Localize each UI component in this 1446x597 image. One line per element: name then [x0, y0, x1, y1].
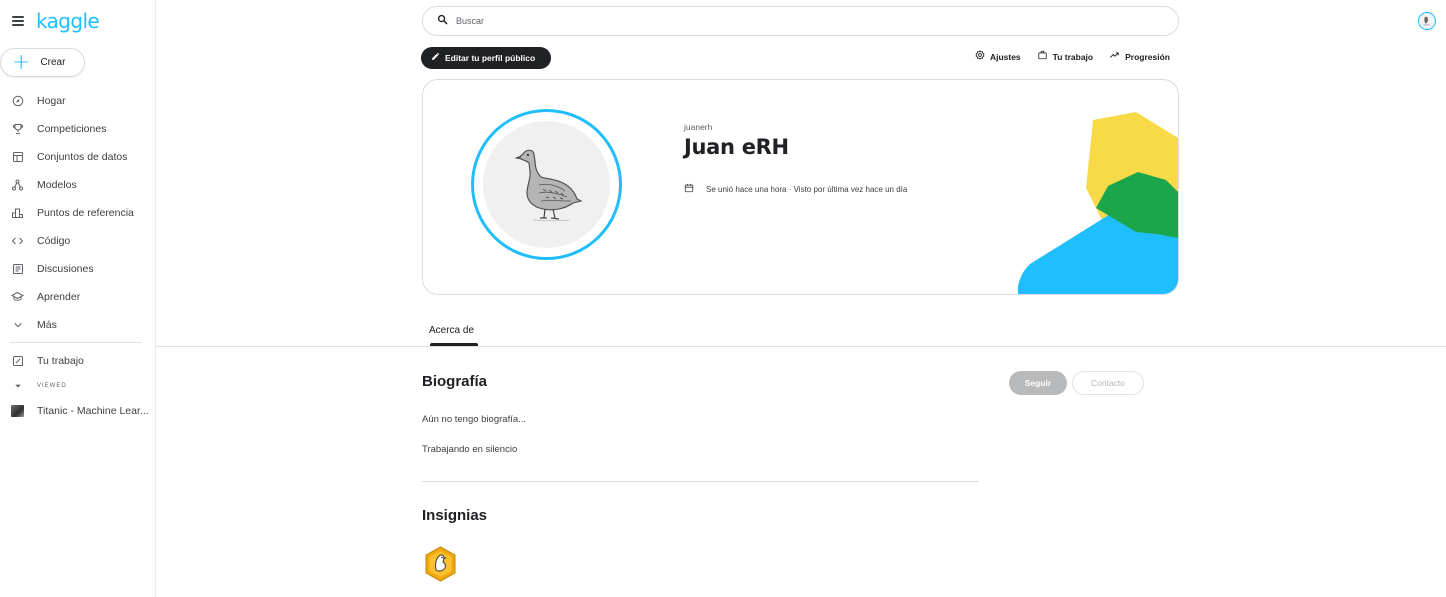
sidebar-nav: Hogar Competiciones Conjuntos de datos M…: [0, 87, 156, 339]
sidebar-item-label: Más: [37, 319, 57, 331]
sidebar-item-label: Competiciones: [37, 123, 107, 135]
progression-link[interactable]: Progresión: [1109, 50, 1170, 63]
sidebar-header: kaggle: [12, 11, 100, 31]
sidebar-item-label: Conjuntos de datos: [37, 151, 128, 163]
calendar-icon: [684, 183, 694, 196]
dataset-thumbnail: [10, 404, 25, 419]
status-text: Trabajando en silencio: [422, 444, 518, 455]
sidebar-item-label: Tu trabajo: [37, 355, 84, 367]
profile-avatar[interactable]: [483, 121, 610, 248]
create-label: Crear: [40, 57, 66, 68]
your-work-icon: [10, 354, 25, 369]
sidebar-divider: [10, 342, 142, 343]
sidebar-item-label: Puntos de referencia: [37, 207, 134, 219]
sidebar-item-more[interactable]: Más: [0, 311, 156, 339]
edit-profile-button[interactable]: Editar tu perfil público: [421, 47, 551, 69]
code-icon: [10, 234, 25, 249]
sidebar-item-home[interactable]: Hogar: [0, 87, 156, 115]
recent-item-label: Titanic - Machine Lear...: [37, 405, 149, 417]
sidebar-item-label: Discusiones: [37, 263, 94, 275]
gear-icon: [975, 50, 985, 63]
sidebar-item-learn[interactable]: Aprender: [0, 283, 156, 311]
recent-item[interactable]: Titanic - Machine Lear...: [0, 397, 156, 425]
profile-links: Ajustes Tu trabajo Progresión: [959, 50, 1170, 63]
goose-illustration: [514, 149, 583, 222]
sidebar-item-datasets[interactable]: Conjuntos de datos: [0, 143, 156, 171]
trophy-icon: [10, 122, 25, 137]
search-icon: [437, 14, 448, 28]
sidebar-secondary: Tu trabajo VIEWED Titanic - Machine Lear…: [0, 347, 156, 425]
goose-badge-icon: [425, 546, 456, 582]
search-input[interactable]: [456, 16, 1056, 26]
comment-icon: [10, 262, 25, 277]
profile-activity: Se unió hace una hora · Visto por última…: [684, 183, 907, 196]
badges-heading: Insignias: [422, 507, 488, 524]
search-bar[interactable]: [422, 6, 1179, 36]
about-divider: [422, 481, 979, 482]
sidebar-item-benchmarks[interactable]: Puntos de referencia: [0, 199, 156, 227]
tab-about[interactable]: Acerca de: [429, 325, 474, 336]
contact-button[interactable]: Contacto: [1072, 371, 1144, 395]
follow-button[interactable]: Seguir: [1009, 371, 1067, 395]
profile-joined-text: Se unió hace una hora · Visto por última…: [706, 185, 908, 194]
pencil-icon: [431, 52, 440, 64]
sidebar-item-your-work[interactable]: Tu trabajo: [0, 347, 156, 375]
badge[interactable]: [424, 546, 457, 582]
compass-icon: [10, 94, 25, 109]
hamburger-menu-icon[interactable]: [12, 16, 24, 26]
your-work-link[interactable]: Tu trabajo: [1037, 50, 1093, 63]
plus-icon: +: [12, 49, 31, 75]
user-avatar[interactable]: [1418, 12, 1436, 30]
school-icon: [10, 290, 25, 305]
viewed-section-toggle[interactable]: VIEWED: [0, 375, 156, 397]
create-button[interactable]: + Crear: [0, 48, 85, 77]
sidebar-item-label: Hogar: [37, 95, 66, 107]
sidebar-item-models[interactable]: Modelos: [0, 171, 156, 199]
profile-decoration: [1018, 112, 1178, 294]
benchmark-icon: [10, 206, 25, 221]
kaggle-logo[interactable]: kaggle: [36, 11, 100, 31]
bio-text: Aún no tengo biografía...: [422, 414, 527, 425]
sidebar: kaggle + Crear Hogar Competiciones Conju…: [0, 0, 156, 597]
edit-profile-label: Editar tu perfil público: [445, 53, 536, 63]
profile-card: juanerh Juan eRH Se unió hace una hora ·…: [422, 79, 1179, 295]
trending-up-icon: [1109, 50, 1120, 63]
sidebar-item-code[interactable]: Código: [0, 227, 156, 255]
your-work-label: Tu trabajo: [1052, 51, 1094, 62]
settings-label: Ajustes: [989, 51, 1021, 62]
chevron-down-icon: [10, 318, 25, 333]
sidebar-item-label: Modelos: [37, 179, 77, 191]
bio-heading: Biografía: [422, 373, 488, 390]
sidebar-item-label: Aprender: [37, 291, 81, 303]
briefcase-icon: [1037, 50, 1048, 63]
caret-down-icon: [10, 379, 25, 394]
settings-link[interactable]: Ajustes: [975, 50, 1021, 63]
viewed-label: VIEWED: [37, 383, 67, 389]
sidebar-item-competitions[interactable]: Competiciones: [0, 115, 156, 143]
profile-username: juanerh: [684, 122, 713, 132]
table-icon: [10, 150, 25, 165]
sidebar-item-discussions[interactable]: Discusiones: [0, 255, 156, 283]
progression-label: Progresión: [1125, 51, 1170, 62]
sidebar-item-label: Código: [37, 235, 71, 247]
profile-display-name: Juan eRH: [684, 135, 789, 159]
page-divider: [156, 346, 1446, 347]
models-icon: [10, 178, 25, 193]
